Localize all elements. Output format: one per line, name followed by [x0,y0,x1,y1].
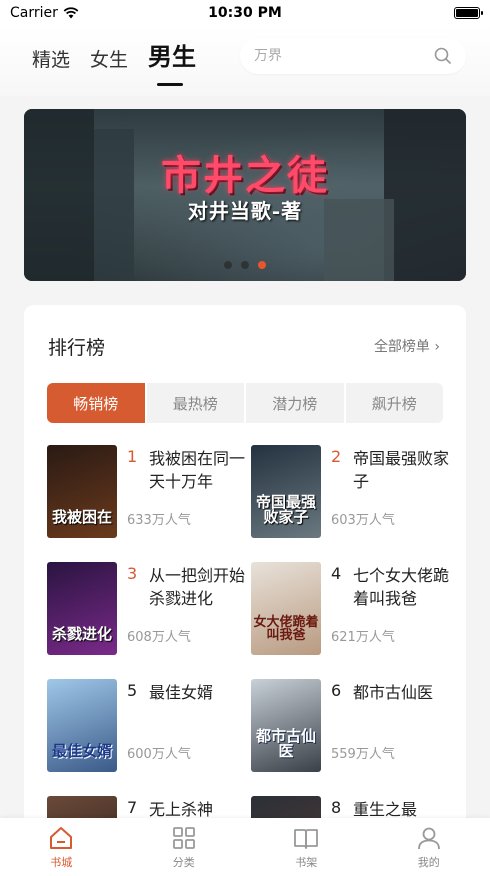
battery-level [456,9,478,17]
tab-hottest[interactable]: 最热榜 [146,383,244,423]
tab-rising[interactable]: 飙升榜 [345,383,443,423]
nav-label: 书城 [50,855,73,869]
book-title: 七个女大佬跪着叫我爸 [353,566,450,608]
promo-banner[interactable]: 市井之徒 对井当歌-著 [24,109,466,281]
user-icon [417,827,440,849]
book-cover: 女大佬跪着叫我爸 [251,562,321,655]
book-popularity: 559万人气 [331,747,395,762]
book-cover: 帝国最强败家子 [251,445,321,538]
battery-icon [454,7,483,19]
banner-subtitle: 对井当歌-著 [187,199,303,223]
book-rank: 5 [127,681,138,700]
book-rank: 4 [331,564,342,583]
all-lists-label: 全部榜单 [373,339,430,355]
book-title: 我被困在同一天十万年 [149,449,246,491]
tab-female[interactable]: 女生 [90,40,128,72]
tab-bestseller[interactable]: 畅销榜 [47,383,145,423]
tab-male[interactable]: 男生 [148,40,196,86]
tab-featured[interactable]: 精选 [32,40,70,72]
search-bar[interactable] [240,38,466,74]
book-rank: 3 [127,564,138,583]
cover-title: 杀戮进化 [51,625,112,644]
cover-title: 最佳女婿 [51,742,112,761]
ranking-card: 排行榜 全部榜单 › 畅销榜 最热榜 潜力榜 飙升榜 我被困在 1 我被困在同一… [24,305,466,876]
banner-title: 市井之徒 [161,152,329,199]
search-icon[interactable] [434,47,452,65]
carousel-dot[interactable] [241,261,249,269]
book-rank: 1 [127,447,138,466]
home-icon [50,826,73,849]
book-rank: 6 [331,681,342,700]
book-cover: 都市古仙医 [251,679,321,772]
book-item[interactable]: 女大佬跪着叫我爸 4 七个女大佬跪着叫我爸 621万人气 [251,562,451,658]
book-title: 帝国最强败家子 [353,449,450,491]
book-popularity: 608万人气 [127,630,191,645]
book-cover: 杀戮进化 [47,562,117,655]
book-popularity: 600万人气 [127,747,191,762]
all-lists-link[interactable]: 全部榜单 › [374,336,440,356]
ranking-title: 排行榜 [48,337,106,359]
nav-label: 我的 [417,855,440,869]
book-title: 最佳女婿 [149,683,214,702]
carousel-dot-active[interactable] [258,261,266,269]
nav-label: 书架 [295,855,318,869]
book-cover: 我被困在 [47,445,117,538]
book-title: 都市古仙医 [353,683,434,702]
book-rank: 2 [331,447,342,466]
nav-bookshelf[interactable]: 书架 [245,818,368,876]
header: 精选 女生 男生 [0,26,490,96]
book-popularity: 621万人气 [331,630,395,645]
book-item[interactable]: 都市古仙医 6 都市古仙医 559万人气 [251,679,451,775]
carrier-group: Carrier [10,5,79,21]
nav-profile[interactable]: 我的 [368,818,490,876]
book-item[interactable]: 最佳女婿 5 最佳女婿 600万人气 [47,679,247,775]
nav-bookstore[interactable]: 书城 [0,818,123,876]
book-rank: 8 [331,798,342,817]
carousel-dots[interactable] [24,261,466,269]
carousel-dot[interactable] [224,261,232,269]
book-popularity: 633万人气 [127,513,191,528]
status-bar: Carrier 10:30 PM [0,0,490,26]
cover-title: 帝国最强败家子 [255,492,316,527]
book-popularity: 603万人气 [331,513,395,528]
chevron-right-icon: › [434,339,440,355]
nav-label: 分类 [172,855,195,869]
wifi-icon [63,7,79,19]
bottom-nav: 书城 分类 书架 我的 [0,818,490,876]
channel-tabs: 精选 女生 男生 [32,40,196,86]
ranking-tabs: 畅销榜 最热榜 潜力榜 飙升榜 [47,383,443,423]
book-icon [294,828,319,849]
cover-title: 女大佬跪着叫我爸 [253,614,319,644]
book-item[interactable]: 帝国最强败家子 2 帝国最强败家子 603万人气 [251,445,451,541]
book-cover: 最佳女婿 [47,679,117,772]
tab-potential[interactable]: 潜力榜 [246,383,344,423]
book-item[interactable]: 我被困在 1 我被困在同一天十万年 633万人气 [47,445,247,541]
grid-icon [172,826,195,849]
carrier-label: Carrier [10,5,58,21]
book-item[interactable]: 杀戮进化 3 从一把剑开始杀戮进化 608万人气 [47,562,247,658]
book-title: 从一把剑开始杀戮进化 [149,566,246,608]
book-rank: 7 [127,798,138,817]
nav-category[interactable]: 分类 [123,818,246,876]
cover-title: 都市古仙医 [255,726,316,761]
search-input[interactable] [254,48,414,64]
cover-title: 我被困在 [51,508,112,527]
